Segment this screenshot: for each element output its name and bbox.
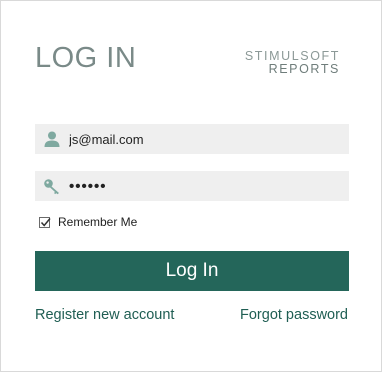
remember-me-checkbox[interactable] [39,216,51,228]
forgot-password-link[interactable]: Forgot password [240,307,348,323]
username-field[interactable] [35,124,349,154]
password-input[interactable] [69,172,339,200]
login-card: LOG IN STIMULSOFT REPORTS R [0,0,382,372]
remember-me[interactable]: Remember Me [39,215,137,229]
password-field[interactable] [35,171,349,201]
login-button[interactable]: Log In [35,251,349,291]
remember-me-label: Remember Me [58,215,138,229]
register-link[interactable]: Register new account [35,307,174,323]
brand-logo: STIMULSOFT REPORTS [245,50,340,76]
page-title: LOG IN [35,42,137,74]
email-input[interactable] [69,125,339,153]
brand-product: REPORTS [268,62,340,76]
checkmark-icon [40,217,51,227]
key-icon [35,171,69,201]
user-icon [35,124,69,154]
